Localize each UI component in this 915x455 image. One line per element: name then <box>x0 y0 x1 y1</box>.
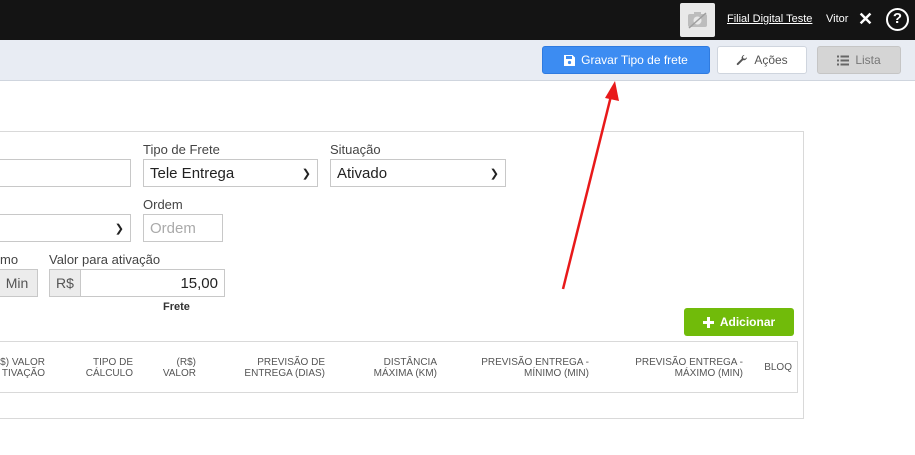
select-partial[interactable]: ❯ <box>0 214 131 242</box>
min-addon: Min <box>0 269 38 297</box>
chevron-down-icon: ❯ <box>301 167 311 180</box>
activation-value-input[interactable]: 15,00 <box>80 269 225 297</box>
column-header[interactable]: TIPO DE CÁLCULO <box>65 357 133 379</box>
column-header[interactable]: (R$) VALOR <box>146 357 196 379</box>
column-header[interactable]: PREVISÃO ENTREGA - MÍNIMO (MIN) <box>461 357 589 379</box>
close-icon[interactable]: ✕ <box>858 10 873 28</box>
wrench-icon <box>737 54 748 66</box>
order-placeholder: Ordem <box>150 219 196 237</box>
branch-link[interactable]: Filial Digital Teste <box>727 13 812 25</box>
order-input[interactable]: Ordem <box>143 214 223 242</box>
add-button[interactable]: Adicionar <box>684 308 794 336</box>
currency-addon-text: R$ <box>56 275 74 291</box>
save-freight-type-button[interactable]: Gravar Tipo de frete <box>542 46 710 74</box>
text-input-partial[interactable] <box>0 159 131 187</box>
action-toolbar: Gravar Tipo de frete Ações Lista <box>0 40 915 81</box>
activation-value: 15,00 <box>180 274 218 292</box>
column-header[interactable]: PREVISÃO ENTREGA - MÁXIMO (MIN) <box>615 357 743 379</box>
column-header[interactable]: DISTÂNCIA MÁXIMA (KM) <box>341 357 437 379</box>
list-button-label: Lista <box>855 53 881 67</box>
status-value: Ativado <box>337 164 388 182</box>
save-button-label: Gravar Tipo de frete <box>581 53 688 67</box>
list-icon <box>837 55 850 65</box>
chevron-down-icon: ❯ <box>114 222 124 235</box>
add-button-label: Adicionar <box>719 315 776 329</box>
column-header[interactable]: $) VALOR TIVAÇÃO <box>0 357 45 379</box>
top-bar: Filial Digital Teste Vitor ✕ ? <box>0 0 915 40</box>
freight-type-label: Tipo de Frete <box>143 142 220 157</box>
status-select[interactable]: Ativado ❯ <box>330 159 506 187</box>
freight-table: $) VALOR TIVAÇÃO TIPO DE CÁLCULO (R$) VA… <box>0 341 798 393</box>
list-button[interactable]: Lista <box>817 46 901 74</box>
company-logo[interactable] <box>680 3 715 37</box>
column-header[interactable]: BLOQ <box>759 362 792 373</box>
order-label: Ordem <box>143 197 183 212</box>
camera-placeholder-icon <box>688 12 707 29</box>
frete-section-label: Frete <box>163 301 190 313</box>
help-icon[interactable]: ? <box>886 8 909 31</box>
actions-button[interactable]: Ações <box>717 46 807 74</box>
plus-icon <box>702 316 714 328</box>
min-addon-text: Min <box>5 275 29 291</box>
partial-label: mo <box>0 252 19 267</box>
activation-value-label: Valor para ativação <box>49 252 161 267</box>
actions-button-label: Ações <box>754 53 788 67</box>
column-header[interactable]: PREVISÃO DE ENTREGA (DIAS) <box>217 357 325 379</box>
user-name[interactable]: Vitor <box>826 13 848 25</box>
freight-type-value: Tele Entrega <box>150 164 235 182</box>
currency-addon: R$ <box>49 269 81 297</box>
floppy-disk-icon <box>564 54 576 66</box>
chevron-down-icon: ❯ <box>489 167 499 180</box>
freight-type-select[interactable]: Tele Entrega ❯ <box>143 159 318 187</box>
status-label: Situação <box>330 142 381 157</box>
